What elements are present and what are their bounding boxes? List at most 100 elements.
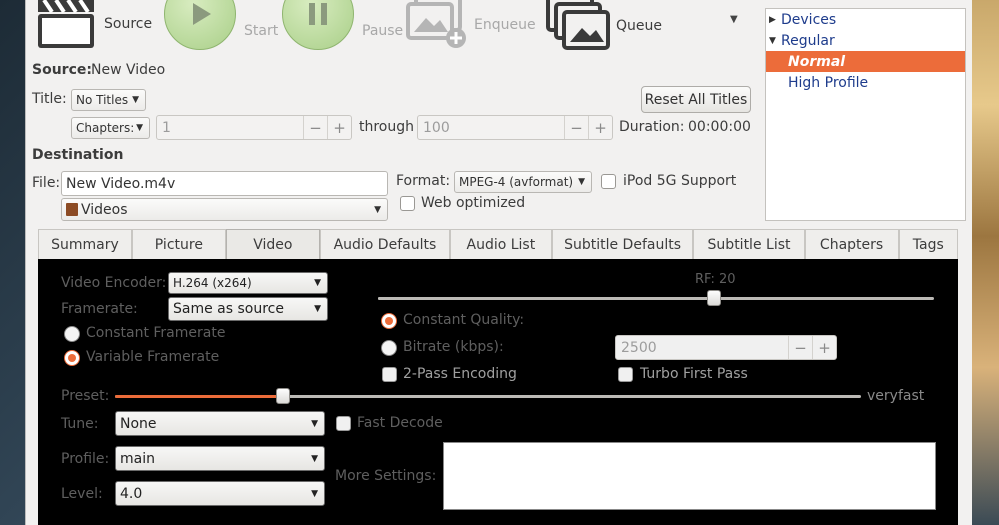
preset-group-label: Regular [781,32,835,49]
chevron-down-icon: ▼ [311,488,318,499]
format-dropdown[interactable]: MPEG-4 (avformat) ▼ [454,171,592,193]
level-value: 4.0 [120,485,143,502]
constant-framerate-label: Constant Framerate [86,325,226,341]
fast-decode-checkbox[interactable] [336,416,351,431]
file-name-input[interactable]: New Video.m4v [61,171,388,196]
level-label: Level: [61,486,103,502]
title-dropdown-value: No Titles [76,93,129,107]
range-type-dropdown[interactable]: Chapters: ▼ [71,117,150,139]
range-end-value: 100 [423,119,450,136]
range-end-spinner[interactable]: 100 − + [417,115,613,140]
source-button-label: Source [104,16,153,32]
toolbar-overflow-chevron-icon[interactable]: ▼ [730,14,738,25]
bitrate-spinner[interactable]: 2500 − + [615,335,837,360]
ipod-5g-label: iPod 5G Support [623,173,737,189]
video-settings-panel: Video Encoder: H.264 (x264) ▼ Framerate: … [38,259,958,525]
profile-label: Profile: [61,451,110,467]
turbo-first-pass-checkbox[interactable] [618,367,633,382]
chevron-down-icon: ▼ [136,123,143,133]
tab-audio-list[interactable]: Audio List [450,229,552,259]
video-encoder-dropdown[interactable]: H.264 (x264) ▼ [168,272,328,294]
tab-picture[interactable]: Picture [131,229,226,259]
enqueue-button[interactable]: Enqueue [404,0,536,54]
chevron-down-icon: ▼ [374,204,381,215]
profile-dropdown[interactable]: main ▼ [115,446,325,471]
tab-chapters[interactable]: Chapters [804,229,899,259]
rf-value-label: RF: 20 [695,272,736,287]
queue-button[interactable]: Queue [546,0,662,56]
queue-icon [546,0,612,56]
tune-dropdown[interactable]: None ▼ [115,411,325,436]
two-pass-label: 2-Pass Encoding [403,366,517,382]
preset-label: Preset: [61,388,110,404]
tab-audio-defaults[interactable]: Audio Defaults [319,229,451,259]
destination-heading: Destination [32,147,124,163]
preset-tree[interactable]: ▶ Devices ▼ Regular Normal High Profile [765,8,966,221]
bitrate-value: 2500 [621,339,657,356]
slider-thumb[interactable] [276,388,290,404]
constant-quality-radio[interactable] [381,313,397,329]
source-value: New Video [91,62,166,78]
preset-group-regular[interactable]: ▼ Regular [766,30,965,51]
framerate-label: Framerate: [61,301,138,317]
title-label: Title: [32,91,67,107]
slider-fill [115,395,283,398]
destination-folder-value: Videos [81,201,128,218]
source-button[interactable]: Source [36,0,152,54]
destination-folder-dropdown[interactable]: Videos ▼ [61,198,388,221]
preset-group-devices[interactable]: ▶ Devices [766,9,965,30]
chevron-down-icon: ▼ [311,418,318,429]
ipod-5g-checkbox[interactable] [601,174,616,189]
range-start-value: 1 [162,119,171,136]
increment-icon[interactable]: + [327,116,351,139]
quality-rf-slider[interactable] [378,290,934,306]
video-encoder-value: H.264 (x264) [173,276,252,290]
slider-thumb[interactable] [707,290,721,306]
range-type-value: Chapters: [76,121,135,135]
bitrate-radio[interactable] [381,340,397,356]
tune-value: None [120,415,157,432]
expander-collapsed-icon: ▶ [769,14,776,25]
web-optimized-checkbox[interactable] [400,196,415,211]
preset-speed-slider[interactable] [115,388,861,404]
settings-tabs: Summary Picture Video Audio Defaults Aud… [38,229,958,259]
start-button[interactable]: Start [164,0,278,50]
add-to-queue-icon [404,0,472,54]
chevron-down-icon: ▼ [311,453,318,464]
start-button-label: Start [244,23,279,39]
play-icon [164,0,236,50]
through-label: through [359,119,415,135]
two-pass-checkbox[interactable] [382,367,397,382]
preset-item-high-profile[interactable]: High Profile [766,72,965,93]
format-dropdown-value: MPEG-4 (avformat) [459,175,574,189]
fast-decode-label: Fast Decode [357,415,443,431]
framerate-dropdown[interactable]: Same as source ▼ [168,297,328,321]
reset-all-titles-button[interactable]: Reset All Titles [641,86,751,113]
tune-label: Tune: [61,416,99,432]
tab-summary[interactable]: Summary [38,229,132,259]
preset-item-normal[interactable]: Normal [766,51,965,72]
tab-tags[interactable]: Tags [898,229,958,259]
decrement-icon[interactable]: − [303,116,327,139]
pause-button[interactable]: Pause [282,0,403,50]
level-dropdown[interactable]: 4.0 ▼ [115,481,325,506]
increment-icon[interactable]: + [588,116,612,139]
tab-video[interactable]: Video [225,229,320,259]
increment-icon[interactable]: + [812,336,836,359]
variable-framerate-radio[interactable] [64,350,80,366]
preset-value: veryfast [867,388,925,404]
constant-framerate-radio[interactable] [64,326,80,342]
more-settings-textarea[interactable] [443,442,936,510]
clapperboard-icon [36,0,96,54]
variable-framerate-label: Variable Framerate [86,349,220,365]
tab-subtitle-defaults[interactable]: Subtitle Defaults [551,229,694,259]
range-start-spinner[interactable]: 1 − + [156,115,352,140]
framerate-value: Same as source [173,301,284,317]
title-dropdown[interactable]: No Titles ▼ [71,89,146,111]
preset-group-label: Devices [781,11,837,28]
decrement-icon[interactable]: − [564,116,588,139]
pause-icon [282,0,354,50]
decrement-icon[interactable]: − [788,336,812,359]
tab-subtitle-list[interactable]: Subtitle List [693,229,805,259]
chevron-down-icon: ▼ [314,278,321,288]
